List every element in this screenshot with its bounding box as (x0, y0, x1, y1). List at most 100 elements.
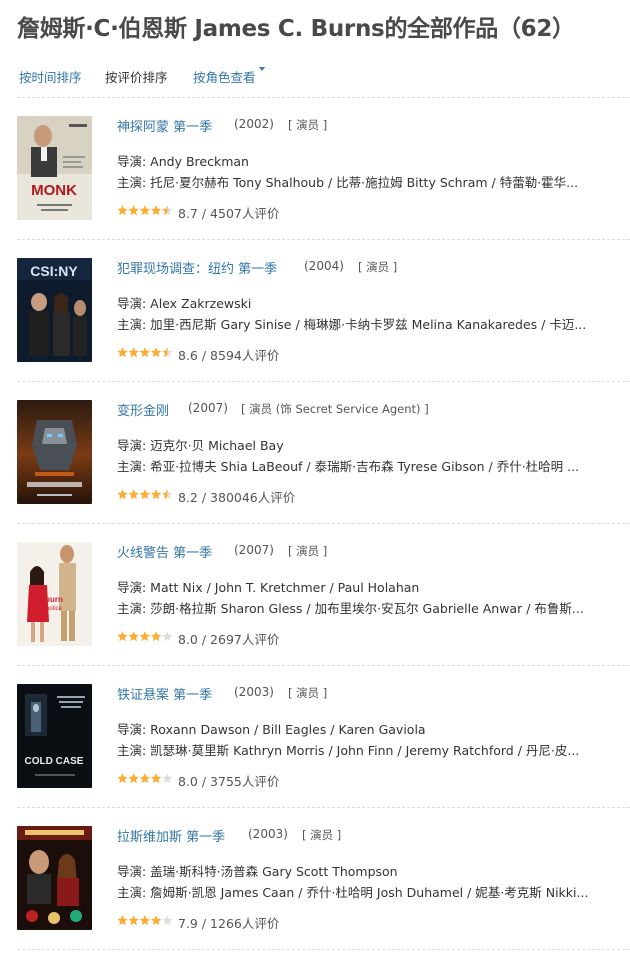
star-rating-icon (117, 347, 173, 358)
star-filled (139, 489, 151, 500)
work-title-link[interactable]: 拉斯维加斯 第一季 (117, 826, 225, 845)
star-filled (117, 773, 128, 784)
svg-text:notice: notice (46, 606, 63, 612)
star-empty (162, 773, 173, 784)
work-item: 变形金刚 (2007) [ 演员 (饰 Secret Service Agent… (17, 400, 630, 530)
star-filled (128, 631, 139, 642)
cast-line: 主演: 莎朗·格拉斯 Sharon Gless / 加布里埃尔·安瓦尔 Gabr… (117, 601, 584, 616)
work-year: (2002) (234, 117, 274, 131)
star-rating-icon (117, 915, 173, 926)
csi-ny-poster-icon[interactable]: CSI:NY (17, 258, 92, 362)
star-filled (128, 489, 139, 500)
sort-by-rating-link[interactable]: 按评价排序 (105, 67, 168, 86)
director-line: 导演: Roxann Dawson / Bill Eagles / Karen … (117, 722, 426, 737)
divider (17, 97, 630, 98)
star-filled (150, 915, 162, 926)
transformers-poster-icon[interactable] (17, 400, 92, 504)
poster-text: COLD CASE (25, 756, 84, 767)
cast-line: 主演: 凯瑟琳·莫里斯 Kathryn Morris / John Finn /… (117, 743, 580, 758)
work-title-link[interactable]: 神探阿蒙 第一季 (117, 116, 212, 135)
star-filled (117, 347, 128, 358)
svg-text:burn: burn (45, 595, 63, 604)
view-by-role-dropdown[interactable]: 按角色查看 (193, 67, 265, 86)
work-year: (2007) (188, 401, 228, 415)
rating-score: 8.0 / 2697人评价 (178, 632, 280, 647)
rating-score: 8.0 / 3755人评价 (178, 774, 280, 789)
star-filled (117, 915, 128, 926)
director-line: 导演: Matt Nix / John T. Kretchmer / Paul … (117, 580, 420, 595)
work-title-link[interactable]: 铁证悬案 第一季 (117, 684, 212, 703)
star-filled (150, 631, 162, 642)
work-role: [ 演员 (饰 Secret Service Agent) ] (241, 402, 429, 416)
star-filled (128, 205, 139, 216)
star-filled (150, 347, 162, 358)
divider (17, 523, 630, 524)
rating-score: 7.9 / 1266人评价 (178, 916, 280, 931)
poster-text: MONK (31, 182, 77, 199)
poster-text: CSI:NY (30, 263, 78, 279)
work-role: [ 演员 ] (288, 118, 328, 132)
star-filled (150, 773, 162, 784)
divider (17, 949, 630, 950)
star-filled (139, 773, 151, 784)
work-role: [ 演员 ] (288, 544, 328, 558)
star-filled (139, 205, 151, 216)
star-filled (139, 347, 151, 358)
star-filled (117, 489, 128, 500)
work-title-link[interactable]: 变形金刚 (117, 400, 169, 419)
divider (17, 807, 630, 808)
work-title-link[interactable]: 火线警告 第一季 (117, 542, 212, 561)
star-empty (162, 631, 173, 642)
star-rating-icon (117, 631, 173, 642)
filmography-page: 詹姆斯·C·伯恩斯 James C. Burns的全部作品（62） 按时间排序 … (0, 0, 630, 954)
work-item: 拉斯维加斯 第一季 (2003) [ 演员 ] 导演: 盖瑞·斯科特·汤普森 G… (17, 826, 630, 956)
star-rating-icon (117, 205, 173, 216)
work-year: (2003) (234, 685, 274, 699)
work-item: CSI:NY 犯罪现场调查：纽约 第一季 (2004) [ 演员 ] 导演: A… (17, 258, 630, 388)
star-rating-icon (117, 489, 173, 500)
page-title: 詹姆斯·C·伯恩斯 James C. Burns的全部作品（62） (17, 16, 575, 42)
star-filled (117, 205, 128, 216)
work-item: MONK 神探阿蒙 第一季 (2002) [ 演员 ] 导演: Andy Bre… (17, 116, 630, 246)
rating-score: 8.6 / 8594人评价 (178, 348, 280, 363)
director-line: 导演: Alex Zakrzewski (117, 296, 252, 311)
sort-by-time-link[interactable]: 按时间排序 (19, 67, 82, 86)
divider (17, 239, 630, 240)
work-year: (2003) (248, 827, 288, 841)
work-role: [ 演员 ] (302, 828, 342, 842)
star-filled (117, 631, 128, 642)
las-vegas-poster-icon[interactable] (17, 826, 92, 930)
star-rating-icon (117, 773, 173, 784)
rating-score: 8.7 / 4507人评价 (178, 206, 280, 221)
divider (17, 381, 630, 382)
divider (17, 665, 630, 666)
cast-line: 主演: 希亚·拉博夫 Shia LaBeouf / 泰瑞斯·吉布森 Tyrese… (117, 459, 580, 474)
director-line: 导演: Andy Breckman (117, 154, 249, 169)
star-filled (150, 205, 162, 216)
work-year: (2007) (234, 543, 274, 557)
star-filled (150, 489, 162, 500)
star-filled (139, 631, 151, 642)
monk-poster-icon[interactable]: MONK (17, 116, 92, 220)
star-filled (128, 347, 139, 358)
cast-line: 主演: 加里·西尼斯 Gary Sinise / 梅琳娜·卡纳卡罗兹 Melin… (117, 317, 587, 332)
rating-score: 8.2 / 380046人评价 (178, 490, 296, 505)
work-item: COLD CASE 铁证悬案 第一季 (2003) [ 演员 ] 导演: Rox… (17, 684, 630, 814)
director-line: 导演: 迈克尔·贝 Michael Bay (117, 438, 284, 453)
work-role: [ 演员 ] (358, 260, 398, 274)
cast-line: 主演: 托尼·夏尔赫布 Tony Shalhoub / 比蒂·施拉姆 Bitty… (117, 175, 579, 190)
cast-line: 主演: 詹姆斯·凯恩 James Caan / 乔什·杜哈明 Josh Duha… (117, 885, 589, 900)
caret-down-icon (258, 67, 265, 71)
work-year: (2004) (304, 259, 344, 273)
work-item: burn notice 火线警告 第一季 (2007) [ 演员 ] 导演: M… (17, 542, 630, 672)
work-role: [ 演员 ] (288, 686, 328, 700)
star-filled (128, 915, 139, 926)
star-empty (162, 915, 173, 926)
cold-case-poster-icon[interactable]: COLD CASE (17, 684, 92, 788)
view-by-role-label: 按角色查看 (193, 70, 256, 85)
star-filled (139, 915, 151, 926)
burn-notice-poster-icon[interactable]: burn notice (17, 542, 92, 646)
work-title-link[interactable]: 犯罪现场调查：纽约 第一季 (117, 258, 277, 277)
director-line: 导演: 盖瑞·斯科特·汤普森 Gary Scott Thompson (117, 864, 398, 879)
star-filled (128, 773, 139, 784)
